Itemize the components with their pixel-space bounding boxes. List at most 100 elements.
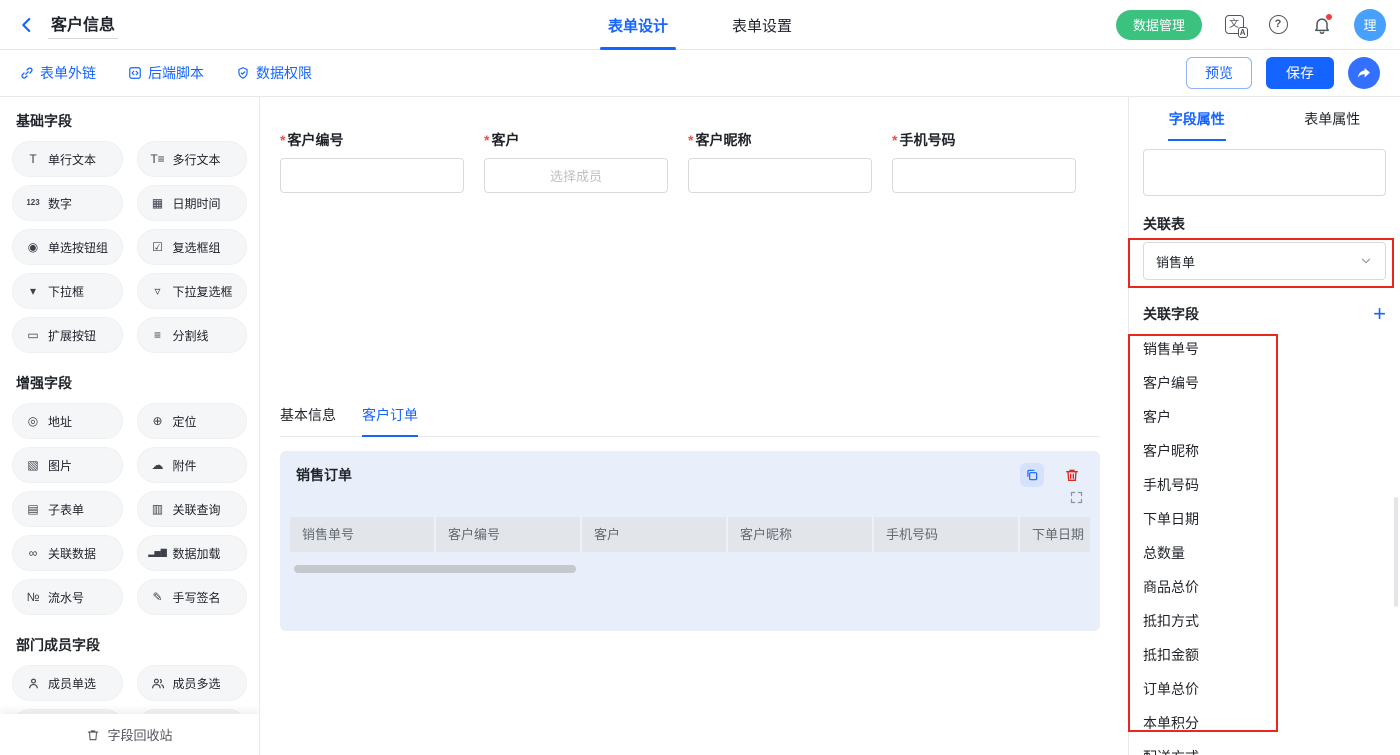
shield-icon: [236, 66, 250, 80]
phone-input[interactable]: [892, 158, 1076, 193]
field-button-member-multi[interactable]: 成员多选: [137, 665, 248, 701]
sales-order-subform-panel[interactable]: 销售订单 销售单号 客户编号 客户: [280, 451, 1100, 631]
panel-scrollbar[interactable]: [1394, 497, 1398, 607]
fullscreen-icon[interactable]: [1069, 490, 1084, 505]
related-field-item[interactable]: 抵扣方式: [1143, 604, 1386, 638]
field-property-input[interactable]: [1143, 149, 1386, 196]
related-field-item[interactable]: 订单总价: [1143, 672, 1386, 706]
field-button-linked-data[interactable]: ∞关联数据: [12, 535, 123, 571]
field-button-member-single[interactable]: 成员单选: [12, 665, 123, 701]
add-field-button[interactable]: +: [1373, 304, 1386, 324]
field-button-select[interactable]: ▾下拉框: [12, 273, 123, 309]
form-toolbar: 表单外链 后端脚本 数据权限 预览 保存: [0, 50, 1400, 97]
share-button[interactable]: [1348, 57, 1380, 89]
field-button-subform[interactable]: ▤子表单: [12, 491, 123, 527]
toolbar-link-label: 表单外链: [40, 63, 96, 83]
tab-form-properties[interactable]: 表单属性: [1265, 97, 1400, 141]
field-button-radio-group[interactable]: ◉单选按钮组: [12, 229, 123, 265]
trash-icon: [1064, 467, 1080, 483]
field-button-number[interactable]: 123数字: [12, 185, 123, 221]
chevron-down-icon: [1359, 254, 1373, 268]
avatar[interactable]: 理: [1354, 9, 1386, 41]
field-button-serial-number[interactable]: №流水号: [12, 579, 123, 615]
related-table-value: 销售单: [1156, 252, 1195, 271]
tab-customer-orders[interactable]: 客户订单: [362, 405, 418, 436]
copy-button[interactable]: [1020, 463, 1044, 487]
field-button-extend-button[interactable]: ▭扩展按钮: [12, 317, 123, 353]
field-button-datetime[interactable]: ▦日期时间: [137, 185, 248, 221]
back-button[interactable]: [14, 12, 40, 38]
related-field-item[interactable]: 客户昵称: [1143, 434, 1386, 468]
field-button-multi-select[interactable]: ▿下拉复选框: [137, 273, 248, 309]
translate-button[interactable]: 文A: [1222, 13, 1246, 37]
field-label: 客户编号: [280, 130, 464, 150]
field-button-image[interactable]: ▧图片: [12, 447, 123, 483]
save-button[interactable]: 保存: [1266, 57, 1334, 89]
field-button-attachment[interactable]: ☁附件: [137, 447, 248, 483]
external-link-button[interactable]: 表单外链: [20, 63, 96, 83]
field-button-address[interactable]: ◎地址: [12, 403, 123, 439]
related-field-item[interactable]: 客户: [1143, 400, 1386, 434]
tab-field-properties[interactable]: 字段属性: [1129, 97, 1265, 141]
form-field-customer[interactable]: 客户 选择成员: [484, 130, 668, 193]
form-title[interactable]: 客户信息: [48, 11, 118, 39]
related-field-item[interactable]: 下单日期: [1143, 502, 1386, 536]
related-field-item[interactable]: 抵扣金额: [1143, 638, 1386, 672]
data-permission-button[interactable]: 数据权限: [236, 63, 312, 83]
backend-script-button[interactable]: 后端脚本: [128, 63, 204, 83]
field-label: 客户昵称: [688, 130, 872, 150]
field-button-geolocation[interactable]: ⊕定位: [137, 403, 248, 439]
field-button-label: 附件: [173, 457, 197, 474]
field-recycle-bin[interactable]: 字段回收站: [0, 714, 259, 755]
field-button-linked-query[interactable]: ▥关联查询: [137, 491, 248, 527]
topbar-tabs: 表单设计 表单设置: [608, 0, 792, 50]
customer-nickname-input[interactable]: [688, 158, 872, 193]
field-button-signature[interactable]: ✎手写签名: [137, 579, 248, 615]
section-title-enhanced-fields: 增强字段: [16, 373, 247, 393]
translate-icon-sub: A: [1238, 27, 1248, 38]
button-icon: ▭: [25, 329, 41, 341]
related-field-item[interactable]: 总数量: [1143, 536, 1386, 570]
form-field-phone[interactable]: 手机号码: [892, 130, 1076, 193]
field-button-label: 复选框组: [173, 239, 221, 256]
field-button-divider[interactable]: ≡分割线: [137, 317, 248, 353]
members-icon: [150, 677, 166, 690]
link-data-icon: ∞: [25, 547, 41, 559]
form-field-customer-id[interactable]: 客户编号: [280, 130, 464, 193]
field-button-label: 下拉复选框: [173, 283, 233, 300]
field-button-label: 单行文本: [48, 151, 96, 168]
field-button-multi-line-text[interactable]: T≡多行文本: [137, 141, 248, 177]
customer-id-input[interactable]: [280, 158, 464, 193]
subform-horizontal-scrollbar[interactable]: [294, 565, 576, 573]
delete-button[interactable]: [1060, 463, 1084, 487]
field-button-single-line-text[interactable]: T单行文本: [12, 141, 123, 177]
field-button-data-load[interactable]: ▂▅▇数据加载: [137, 535, 248, 571]
related-field-item[interactable]: 销售单号: [1143, 332, 1386, 366]
field-button-label: 关联查询: [173, 501, 221, 518]
related-field-item[interactable]: 本单积分: [1143, 706, 1386, 740]
code-icon: [128, 66, 142, 80]
toolbar-links: 表单外链 后端脚本 数据权限: [20, 63, 312, 83]
field-button-checkbox-group[interactable]: ☑复选框组: [137, 229, 248, 265]
preview-button[interactable]: 预览: [1186, 57, 1252, 89]
related-field-item[interactable]: 手机号码: [1143, 468, 1386, 502]
subform-column-header: 手机号码: [874, 517, 1020, 552]
field-button-label: 手写签名: [173, 589, 221, 606]
tab-label: 表单设置: [732, 15, 792, 36]
member-select-input[interactable]: 选择成员: [484, 158, 668, 193]
related-field-item[interactable]: 配送方式: [1143, 740, 1386, 755]
help-button[interactable]: ?: [1266, 13, 1290, 37]
subform-header: 销售订单: [290, 463, 1090, 487]
notifications-button[interactable]: [1310, 13, 1334, 37]
tab-basic-info[interactable]: 基本信息: [280, 405, 336, 436]
related-field-item[interactable]: 客户编号: [1143, 366, 1386, 400]
tab-form-design[interactable]: 表单设计: [608, 0, 668, 50]
related-table-select[interactable]: 销售单: [1143, 242, 1386, 280]
tab-form-settings[interactable]: 表单设置: [732, 0, 792, 50]
field-button-label: 子表单: [48, 501, 84, 518]
form-field-customer-nickname[interactable]: 客户昵称: [688, 130, 872, 193]
subform-column-header: 客户昵称: [728, 517, 874, 552]
related-field-item[interactable]: 商品总价: [1143, 570, 1386, 604]
data-manage-button[interactable]: 数据管理: [1116, 10, 1202, 40]
member-icon: [25, 677, 41, 690]
